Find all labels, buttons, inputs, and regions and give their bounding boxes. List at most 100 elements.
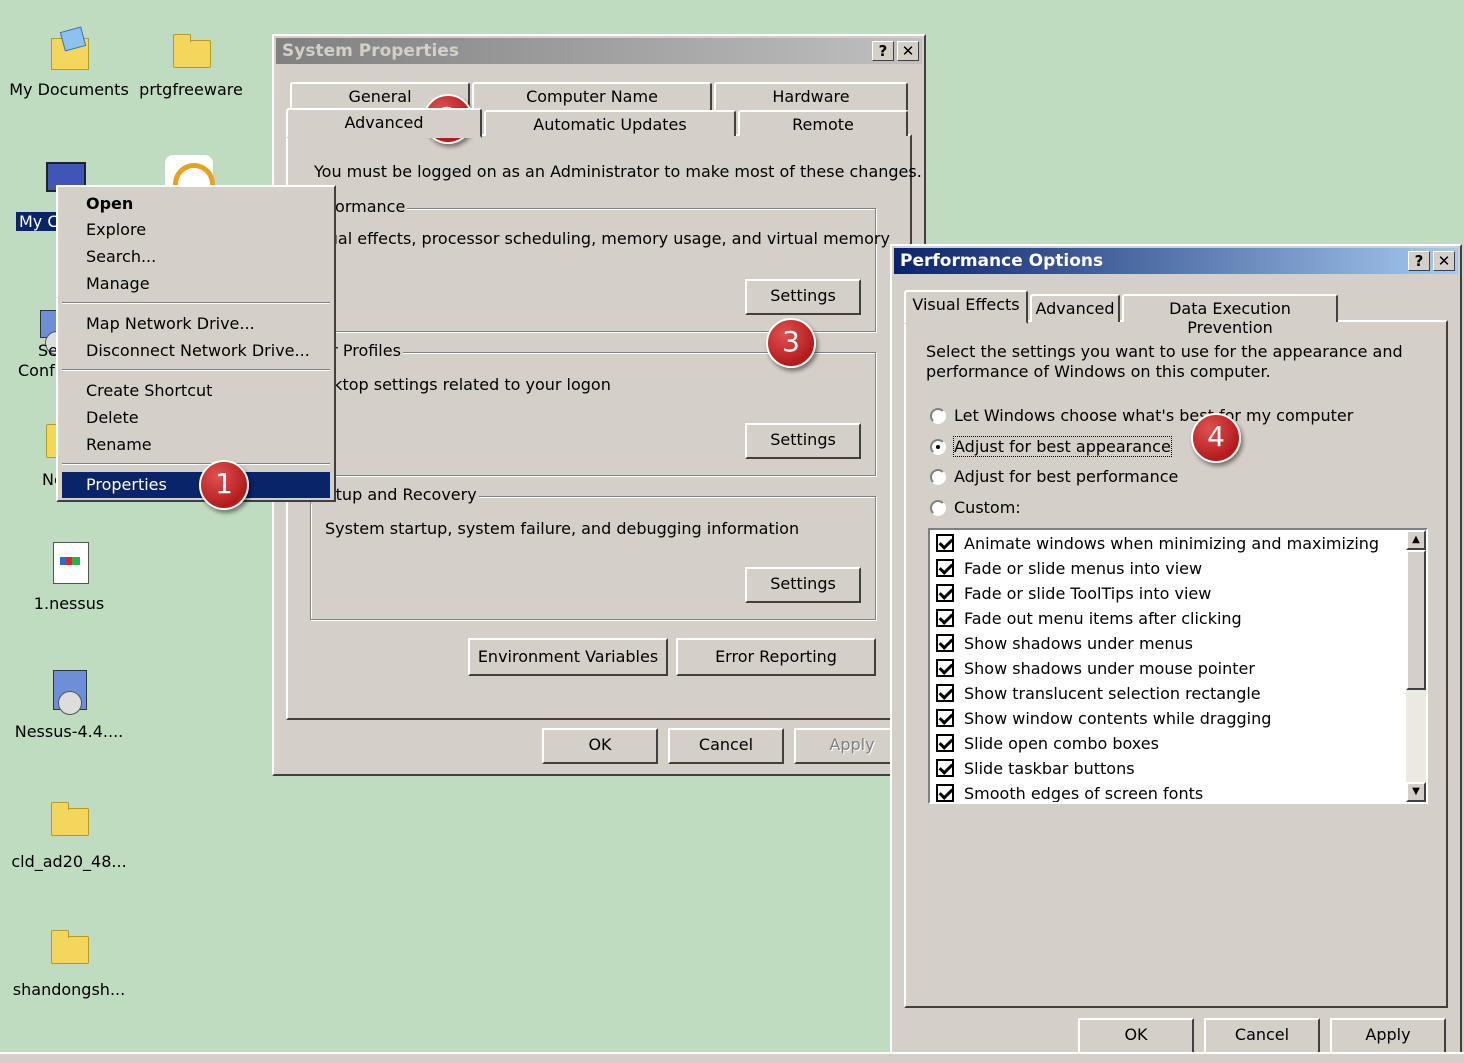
cancel-button[interactable]: Cancel [1204,1018,1320,1054]
apply-button[interactable]: Apply [1330,1018,1446,1054]
startup-settings-button[interactable]: Settings [745,567,861,603]
menu-separator [62,302,330,304]
desktop-icon-label: My Documents [9,80,129,99]
menu-item-rename[interactable]: Rename [62,432,330,458]
performance-group: erformance isual effects, processor sche… [310,197,890,332]
help-icon[interactable]: ? [872,41,894,61]
checkbox-checked-icon[interactable] [936,733,954,752]
intro-text-line2: performance of Windows on this computer. [926,362,1271,381]
menu-item-open[interactable]: Open [62,191,330,217]
desktop-icon-nessus-file[interactable]: 1.nessus [4,540,134,613]
list-item[interactable]: Fade or slide ToolTips into view [936,582,1211,607]
menu-item-disconnect-network-drive[interactable]: Disconnect Network Drive... [62,338,330,364]
list-item[interactable]: Fade out menu items after clicking [936,607,1242,632]
help-icon[interactable]: ? [1408,251,1430,271]
folder-icon [47,798,91,842]
tab-remote[interactable]: Remote [738,110,908,136]
installer-icon [47,668,91,715]
desktop-icon-my-documents[interactable]: My Documents [4,30,134,99]
taskbar [0,1052,1464,1063]
tab-data-execution-prevention[interactable]: Data Execution Prevention [1122,294,1338,337]
list-scrollbar[interactable]: ▲ ▼ [1406,530,1426,802]
radio-let-windows-choose[interactable] [930,408,946,424]
list-item[interactable]: Slide taskbar buttons [936,757,1135,782]
desktop-icon-cld-ad20[interactable]: cld_ad20_48... [4,798,134,871]
radio-label: Adjust for best performance [954,467,1179,486]
close-icon[interactable]: ✕ [897,41,919,61]
menu-item-properties[interactable]: Properties [62,472,330,498]
startup-recovery-desc: System startup, system failure, and debu… [325,519,800,538]
list-item[interactable]: Show window contents while dragging [936,707,1271,732]
error-reporting-button[interactable]: Error Reporting [676,638,876,676]
tab-hardware[interactable]: Hardware [714,82,908,110]
list-item[interactable]: Show shadows under menus [936,632,1193,657]
list-item[interactable]: Fade or slide menus into view [936,557,1202,582]
performance-settings-button[interactable]: Settings [745,279,861,315]
menu-item-map-network-drive[interactable]: Map Network Drive... [62,311,330,337]
advanced-tab-panel: You must be logged on as an Administrato… [286,134,922,720]
list-item[interactable]: Show translucent selection rectangle [936,682,1261,707]
performance-desc: isual effects, processor scheduling, mem… [315,229,890,248]
scroll-down-icon[interactable]: ▼ [1406,782,1426,802]
ok-button[interactable]: OK [1078,1018,1194,1054]
checkbox-checked-icon[interactable] [936,683,954,702]
desktop-icon-prtgfreeware[interactable]: prtgfreeware [126,30,256,99]
checkbox-checked-icon[interactable] [936,558,954,577]
menu-item-search[interactable]: Search... [62,244,330,270]
desktop-icon-shandongsh[interactable]: shandongsh... [4,926,134,999]
checkbox-checked-icon[interactable] [936,658,954,677]
close-icon[interactable]: ✕ [1433,251,1455,271]
system-properties-window: System Properties ? ✕ General Computer N… [272,34,926,776]
user-profiles-settings-button[interactable]: Settings [745,423,861,459]
user-profiles-group: ser Profiles esktop settings related to … [310,341,876,476]
checkbox-checked-icon[interactable] [936,533,954,552]
radio-best-performance[interactable] [930,469,946,485]
menu-item-explore[interactable]: Explore [62,217,330,243]
desktop-icon-label: Se [38,341,58,360]
startup-recovery-group-title: tartup and Recovery [311,485,479,504]
desktop-icon-label: 1.nessus [33,594,105,613]
checkbox-checked-icon[interactable] [936,608,954,627]
system-properties-titlebar[interactable]: System Properties ? ✕ [276,38,922,64]
step-badge-3: 3 [766,318,816,368]
document-icon [47,540,91,584]
tab-visual-effects[interactable]: Visual Effects [904,290,1028,324]
desktop-icon-nessus-installer[interactable]: Nessus-4.4.... [4,668,134,741]
list-item[interactable]: Slide open combo boxes [936,732,1159,757]
checkbox-checked-icon[interactable] [936,783,954,802]
tab-computer-name[interactable]: Computer Name [472,82,712,110]
visual-effects-panel: Select the settings you want to use for … [904,320,1448,1008]
performance-options-titlebar[interactable]: Performance Options ? ✕ [894,248,1458,274]
performance-options-window: Performance Options ? ✕ Select the setti… [890,244,1462,1062]
user-profiles-desc: esktop settings related to your logon [315,375,611,394]
radio-label: Let Windows choose what's best for my co… [954,406,1354,425]
menu-separator [62,463,330,465]
radio-custom[interactable] [930,500,946,516]
menu-item-manage[interactable]: Manage [62,271,330,297]
menu-item-delete[interactable]: Delete [62,405,330,431]
menu-item-create-shortcut[interactable]: Create Shortcut [62,378,330,404]
desktop-icon-label: shandongsh... [12,980,126,999]
ok-button[interactable]: OK [542,728,658,764]
list-item[interactable]: Show shadows under mouse pointer [936,657,1255,682]
cancel-button[interactable]: Cancel [668,728,784,764]
radio-best-appearance[interactable] [930,439,946,455]
checkbox-checked-icon[interactable] [936,758,954,777]
checkbox-checked-icon[interactable] [936,633,954,652]
scroll-thumb[interactable] [1406,550,1426,690]
tab-advanced[interactable]: Advanced [1030,294,1120,322]
list-item[interactable]: Animate windows when minimizing and maxi… [936,532,1379,557]
list-item[interactable]: Smooth edges of screen fonts [936,782,1203,802]
startup-recovery-group: tartup and Recovery System startup, syst… [310,485,876,620]
scroll-up-icon[interactable]: ▲ [1406,530,1426,550]
desktop-icon-label: Conf [18,361,55,380]
environment-variables-button[interactable]: Environment Variables [468,638,668,676]
context-menu: Open Explore Search... Manage Map Networ… [56,185,336,502]
checkbox-checked-icon[interactable] [936,708,954,727]
menu-separator [62,369,330,371]
desktop-icon-label: Nessus-4.4.... [14,722,124,741]
checkbox-checked-icon[interactable] [936,583,954,602]
visual-effects-list[interactable]: Animate windows when minimizing and maxi… [928,528,1428,804]
tab-advanced[interactable]: Advanced [286,108,482,138]
tab-automatic-updates[interactable]: Automatic Updates [484,110,736,136]
